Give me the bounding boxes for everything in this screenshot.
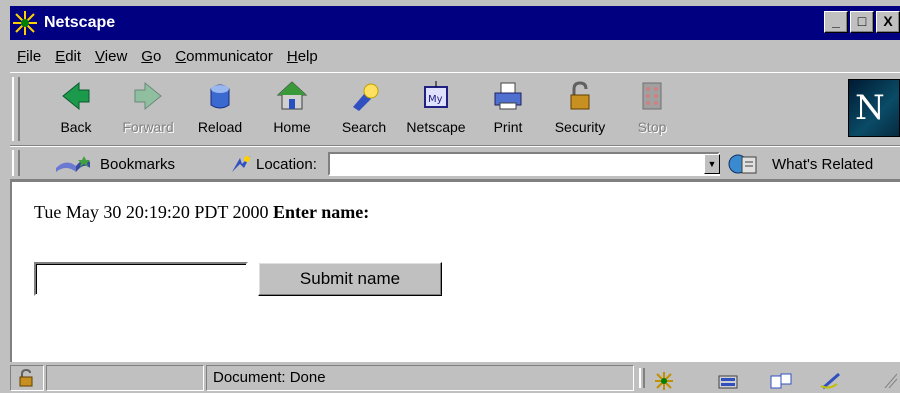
menu-go[interactable]: Go [134, 48, 168, 65]
location-input[interactable] [328, 152, 720, 176]
printer-icon [491, 79, 525, 113]
progress-bar [46, 365, 204, 391]
netscape-button[interactable]: My Netscape [400, 79, 472, 141]
home-button[interactable]: Home [256, 79, 328, 141]
bookmarks-label: Bookmarks [100, 155, 176, 173]
browser-window: Netscape _ □ X File Edit View Go Communi… [0, 0, 900, 393]
back-button[interactable]: Back [40, 79, 112, 141]
location-label-group: Location: [230, 154, 317, 174]
menu-communicator[interactable]: Communicator [168, 48, 280, 65]
whats-related-label: What's Related [772, 155, 874, 173]
page-content: Tue May 30 20:19:20 PDT 2000 Enter name:… [10, 180, 900, 362]
resize-grip[interactable] [883, 372, 898, 389]
home-icon [275, 79, 309, 113]
whats-related-icon [728, 153, 768, 175]
svg-text:My: My [428, 94, 443, 105]
whats-related-button[interactable]: What's Related [728, 153, 873, 175]
netscape-logo[interactable]: N [848, 79, 900, 137]
name-prompt: Enter name: [273, 202, 370, 222]
title-bar[interactable]: Netscape _ □ X [10, 6, 900, 40]
location-toolbar: Bookmarks Location: ▼ What's Related [10, 146, 900, 180]
netscape-app-icon[interactable] [12, 10, 38, 36]
name-input[interactable] [34, 262, 248, 296]
my-netscape-icon: My [419, 79, 453, 113]
reload-button[interactable]: Reload [184, 79, 256, 141]
window-controls: _ □ X [824, 11, 900, 33]
reload-icon [203, 79, 237, 113]
stop-icon [635, 79, 669, 113]
forward-button[interactable]: Forward [112, 79, 184, 141]
bookmarks-button[interactable]: Bookmarks [54, 154, 175, 174]
chevron-down-icon: ▼ [707, 159, 717, 169]
location-dropdown-button[interactable]: ▼ [704, 154, 720, 174]
toolbar-grip[interactable] [12, 77, 20, 141]
navigator-icon[interactable] [653, 372, 675, 390]
security-button[interactable]: Security [544, 79, 616, 141]
bookmarks-icon [54, 154, 94, 174]
search-button[interactable]: Search [328, 79, 400, 141]
maximize-button[interactable]: □ [850, 11, 874, 33]
location-toolbar-grip[interactable] [12, 150, 20, 176]
menu-edit[interactable]: Edit [48, 48, 88, 65]
component-bar-grip[interactable] [639, 368, 645, 388]
composer-icon[interactable] [819, 372, 841, 390]
location-label: Location: [256, 155, 317, 173]
security-status-cell[interactable] [10, 365, 44, 391]
server-timestamp: Tue May 30 20:19:20 PDT 2000 [34, 202, 269, 222]
mail-icon[interactable] [717, 372, 739, 390]
menu-file[interactable]: File [10, 48, 48, 65]
forward-arrow-icon [131, 79, 165, 113]
back-arrow-icon [59, 79, 93, 113]
location-icon[interactable] [230, 154, 252, 174]
status-text: Document: Done [206, 365, 634, 391]
minimize-button[interactable]: _ [824, 11, 848, 33]
status-bar: Document: Done [10, 362, 900, 393]
menu-bar: File Edit View Go Communicator Help [10, 40, 900, 72]
unlocked-padlock-icon [17, 368, 37, 391]
submit-name-button[interactable]: Submit name [258, 262, 442, 296]
content-text: Tue May 30 20:19:20 PDT 2000 Enter name: [34, 202, 369, 223]
search-flashlight-icon [347, 79, 381, 113]
component-bar [636, 365, 900, 391]
stop-button[interactable]: Stop [616, 79, 688, 141]
window-title: Netscape [44, 14, 116, 31]
padlock-icon [563, 79, 597, 113]
menu-help[interactable]: Help [280, 48, 325, 65]
menu-view[interactable]: View [88, 48, 134, 65]
close-button[interactable]: X [876, 11, 900, 33]
navigation-toolbar: Back Forward Reload Home Search My Netsc… [10, 72, 900, 146]
newsgroups-icon[interactable] [769, 372, 792, 390]
print-button[interactable]: Print [472, 79, 544, 141]
